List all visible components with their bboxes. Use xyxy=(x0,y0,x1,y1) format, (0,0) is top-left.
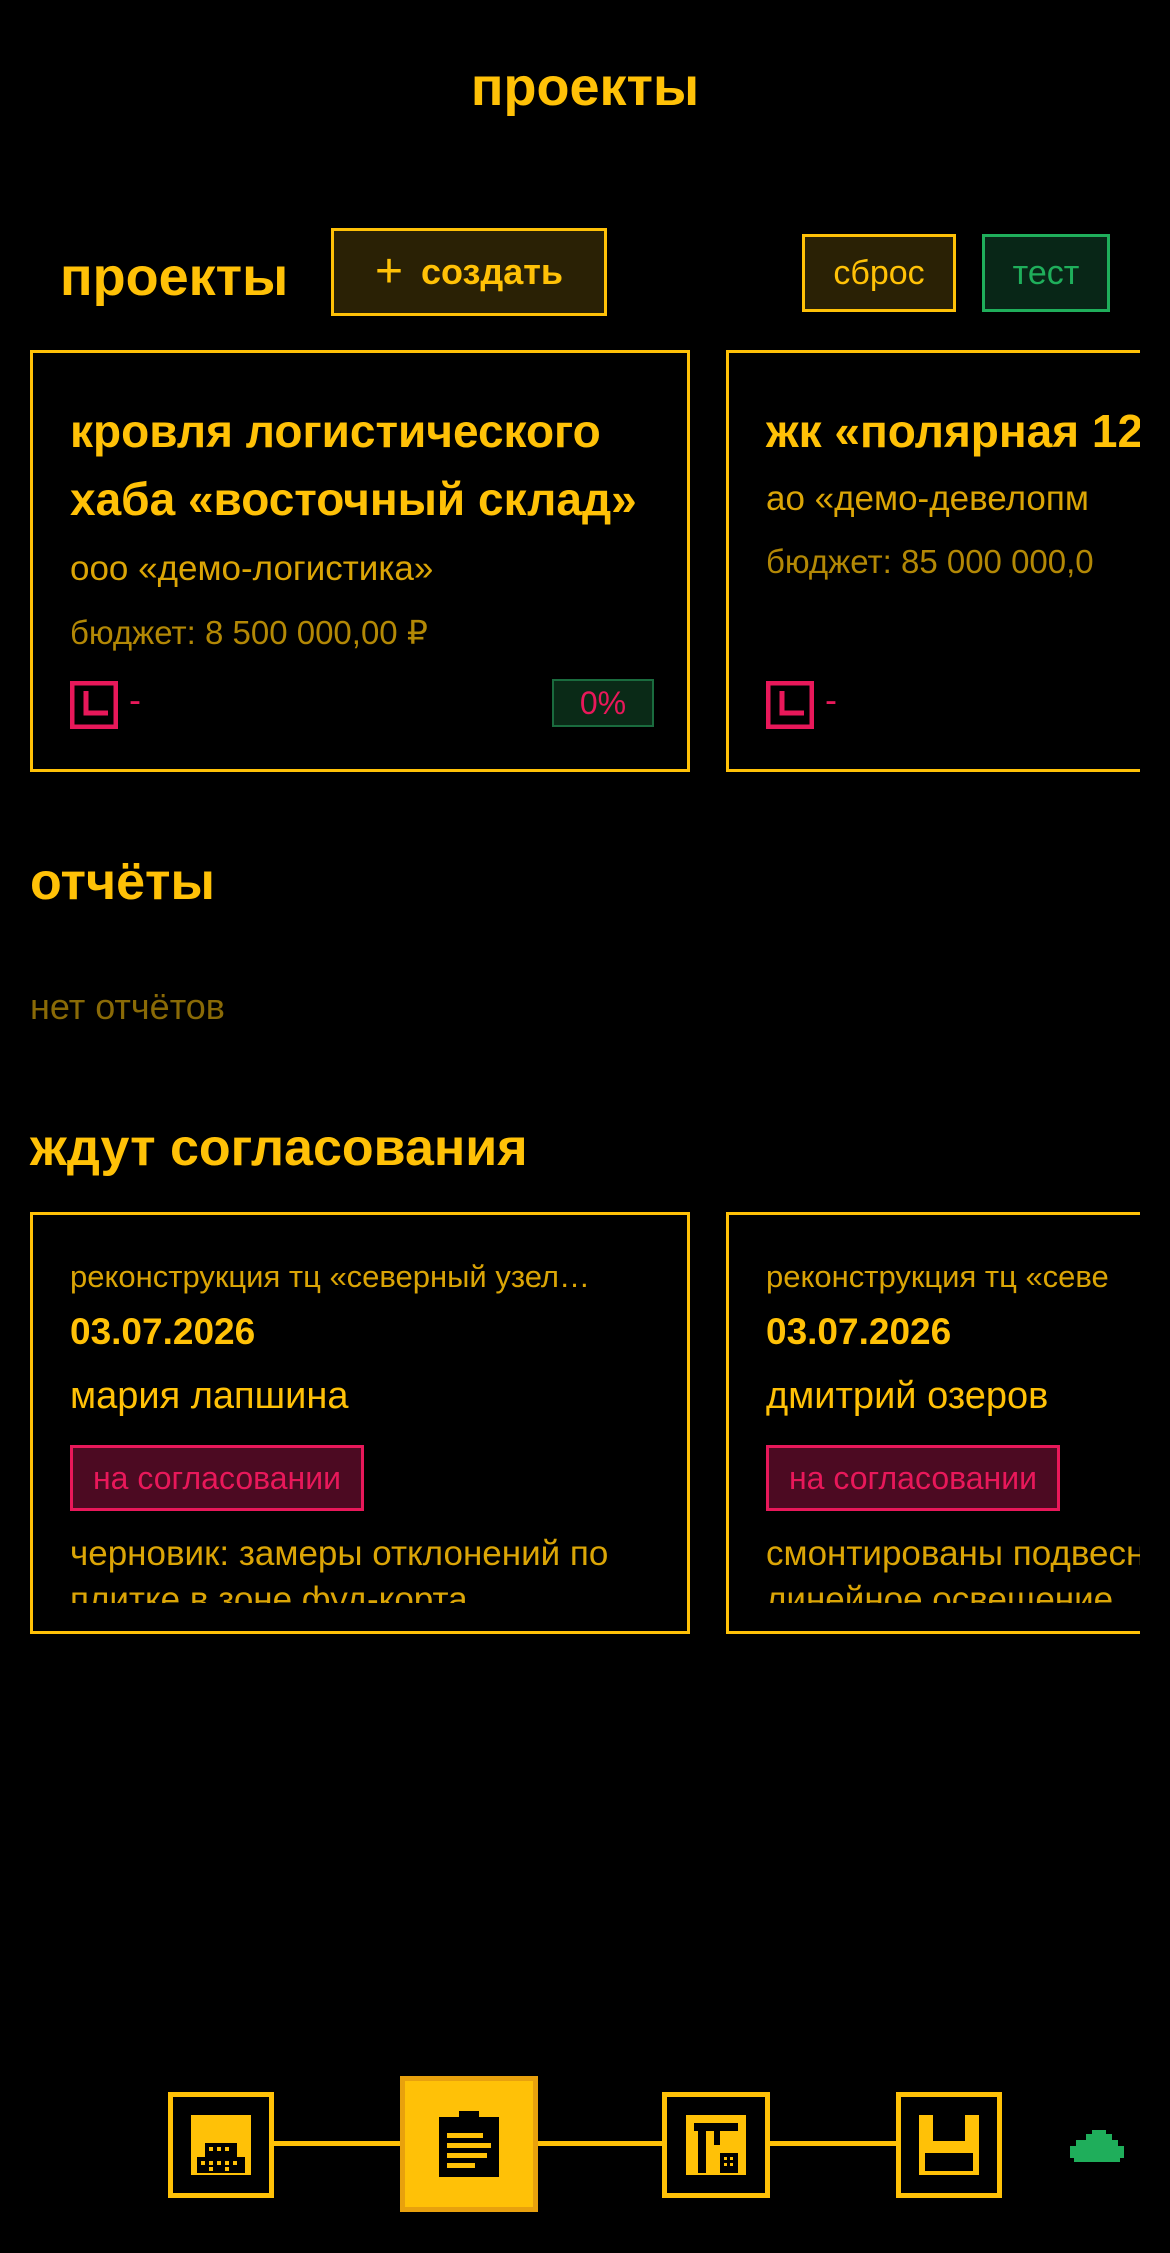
nav-save-button[interactable] xyxy=(896,2092,1002,2198)
project-organization: ооо «демо-логистика» xyxy=(70,549,434,588)
reports-section-title: отчёты xyxy=(30,853,215,911)
create-project-button[interactable]: + создать xyxy=(331,228,607,316)
approval-author: дмитрий озеров xyxy=(766,1375,1049,1417)
nav-construction-button[interactable] xyxy=(662,2092,770,2198)
project-deadline: - xyxy=(129,679,141,720)
approval-description: черновик: замеры отклонений по плитке в … xyxy=(70,1534,609,1603)
nav-connector xyxy=(272,2141,400,2146)
approval-project: реконструкция тц «северный узел… xyxy=(70,1259,591,1294)
project-organization: ао «демо-девелопм xyxy=(766,479,1089,518)
reset-button[interactable]: сброс xyxy=(802,234,956,312)
approval-description: смонтированы подвесные потолки и линейно… xyxy=(766,1534,1140,1603)
clipboard-icon xyxy=(439,2111,499,2177)
project-card[interactable]: кровля логистического хаба «восточный ск… xyxy=(30,350,690,772)
progress-badge: 0% xyxy=(552,679,654,727)
status-badge: на согласовании xyxy=(70,1445,364,1511)
approvals-carousel[interactable]: реконструкция тц «северный узел… 03.07.2… xyxy=(0,1212,1140,1634)
projects-header: проекты + создать сброс тест xyxy=(0,228,1170,324)
plus-icon: + xyxy=(374,245,403,298)
nav-reports-button[interactable] xyxy=(400,2076,538,2212)
no-reports-text: нет отчётов xyxy=(30,986,225,1027)
projects-section-title: проекты xyxy=(60,247,289,307)
nav-connector xyxy=(538,2141,666,2146)
status-badge: на согласовании xyxy=(766,1445,1060,1511)
clock-icon xyxy=(766,681,814,729)
approval-card[interactable]: реконструкция тц «севе 03.07.2026 дмитри… xyxy=(726,1212,1140,1634)
project-title: жк «полярная 12 xyxy=(766,405,1140,457)
approval-date: 03.07.2026 xyxy=(766,1311,952,1352)
projects-carousel[interactable]: кровля логистического хаба «восточный ск… xyxy=(0,350,1140,772)
project-title: кровля логистического хаба «восточный ск… xyxy=(70,405,637,525)
cloud-icon[interactable] xyxy=(1068,2126,1126,2164)
project-deadline: - xyxy=(825,679,837,720)
approval-project: реконструкция тц «севе xyxy=(766,1259,1109,1294)
save-icon xyxy=(919,2115,979,2175)
approvals-section-title: ждут согласования xyxy=(30,1119,528,1177)
building-icon xyxy=(191,2115,251,2175)
clock-icon xyxy=(70,681,118,729)
crane-icon xyxy=(686,2115,746,2175)
approval-author: мария лапшина xyxy=(70,1375,349,1417)
approval-card[interactable]: реконструкция тц «северный узел… 03.07.2… xyxy=(30,1212,690,1634)
project-card[interactable]: жк «полярная 12 ао «демо-девелопм бюджет… xyxy=(726,350,1140,772)
create-button-label: создать xyxy=(420,251,564,292)
page-title: проекты xyxy=(470,57,700,117)
project-budget: бюджет: 85 000 000,0 xyxy=(766,543,1094,580)
test-button[interactable]: тест xyxy=(982,234,1110,312)
nav-projects-button[interactable] xyxy=(168,2092,274,2198)
bottom-navigation xyxy=(0,2072,1170,2212)
nav-connector xyxy=(770,2141,898,2146)
approval-date: 03.07.2026 xyxy=(70,1311,256,1352)
project-budget: бюджет: 8 500 000,00 ₽ xyxy=(70,614,428,651)
